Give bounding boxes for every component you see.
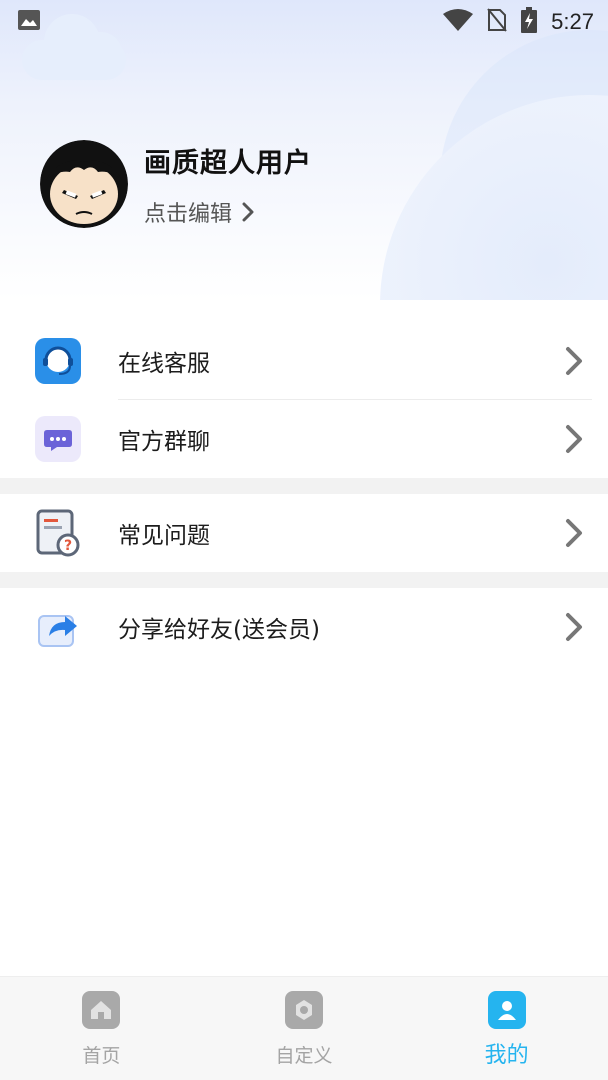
nav-label: 首页	[82, 1045, 121, 1067]
menu-list: 在线客服 官方群聊 ? 常见问题 分享给好友(送会员)	[0, 322, 608, 666]
custom-icon	[285, 991, 323, 1029]
menu-label: 常见问题	[118, 523, 210, 549]
chevron-right-icon	[566, 519, 582, 547]
share-icon	[34, 603, 82, 651]
nav-item-mine[interactable]: 我的	[405, 977, 608, 1080]
group-chat-icon	[34, 415, 82, 463]
menu-item-online-service[interactable]: 在线客服	[0, 322, 608, 400]
superman-avatar[interactable]	[40, 140, 128, 228]
menu-item-group-chat[interactable]: 官方群聊	[0, 400, 608, 478]
chevron-right-icon	[566, 425, 582, 453]
edit-profile-label: 点击编辑	[144, 201, 233, 227]
home-icon	[82, 991, 121, 1029]
edit-profile-link[interactable]: 点击编辑	[144, 196, 312, 228]
status-bar: 5:27	[0, 0, 608, 44]
nav-item-home[interactable]: 首页	[0, 977, 203, 1080]
nav-item-custom[interactable]: 自定义	[203, 977, 406, 1080]
profile-icon	[487, 991, 526, 1029]
chevron-right-icon	[242, 202, 254, 221]
faq-icon: ?	[34, 509, 82, 557]
menu-label: 官方群聊	[118, 429, 210, 455]
image-icon	[18, 10, 40, 34]
nav-label: 自定义	[275, 1045, 333, 1067]
customer-service-icon	[34, 337, 82, 385]
no-sim-icon	[487, 8, 507, 36]
menu-label: 分享给好友(送会员)	[118, 617, 320, 643]
section-gap	[0, 572, 608, 588]
chevron-right-icon	[566, 347, 582, 375]
menu-item-share[interactable]: 分享给好友(送会员)	[0, 588, 608, 666]
bottom-nav: 首页 自定义 我的	[0, 976, 608, 1080]
menu-item-faq[interactable]: ? 常见问题	[0, 494, 608, 572]
profile-name: 画质超人用户	[144, 147, 312, 179]
profile-header[interactable]: 画质超人用户 点击编辑	[40, 140, 312, 228]
nav-label: 我的	[484, 1043, 529, 1068]
svg-text:?: ?	[64, 538, 72, 554]
section-gap	[0, 478, 608, 494]
chevron-right-icon	[566, 613, 582, 641]
menu-label: 在线客服	[118, 351, 210, 377]
status-time: 5:27	[551, 9, 594, 34]
battery-charging-icon	[521, 7, 538, 37]
decor-circle-large	[380, 95, 608, 300]
wifi-icon	[443, 9, 474, 35]
